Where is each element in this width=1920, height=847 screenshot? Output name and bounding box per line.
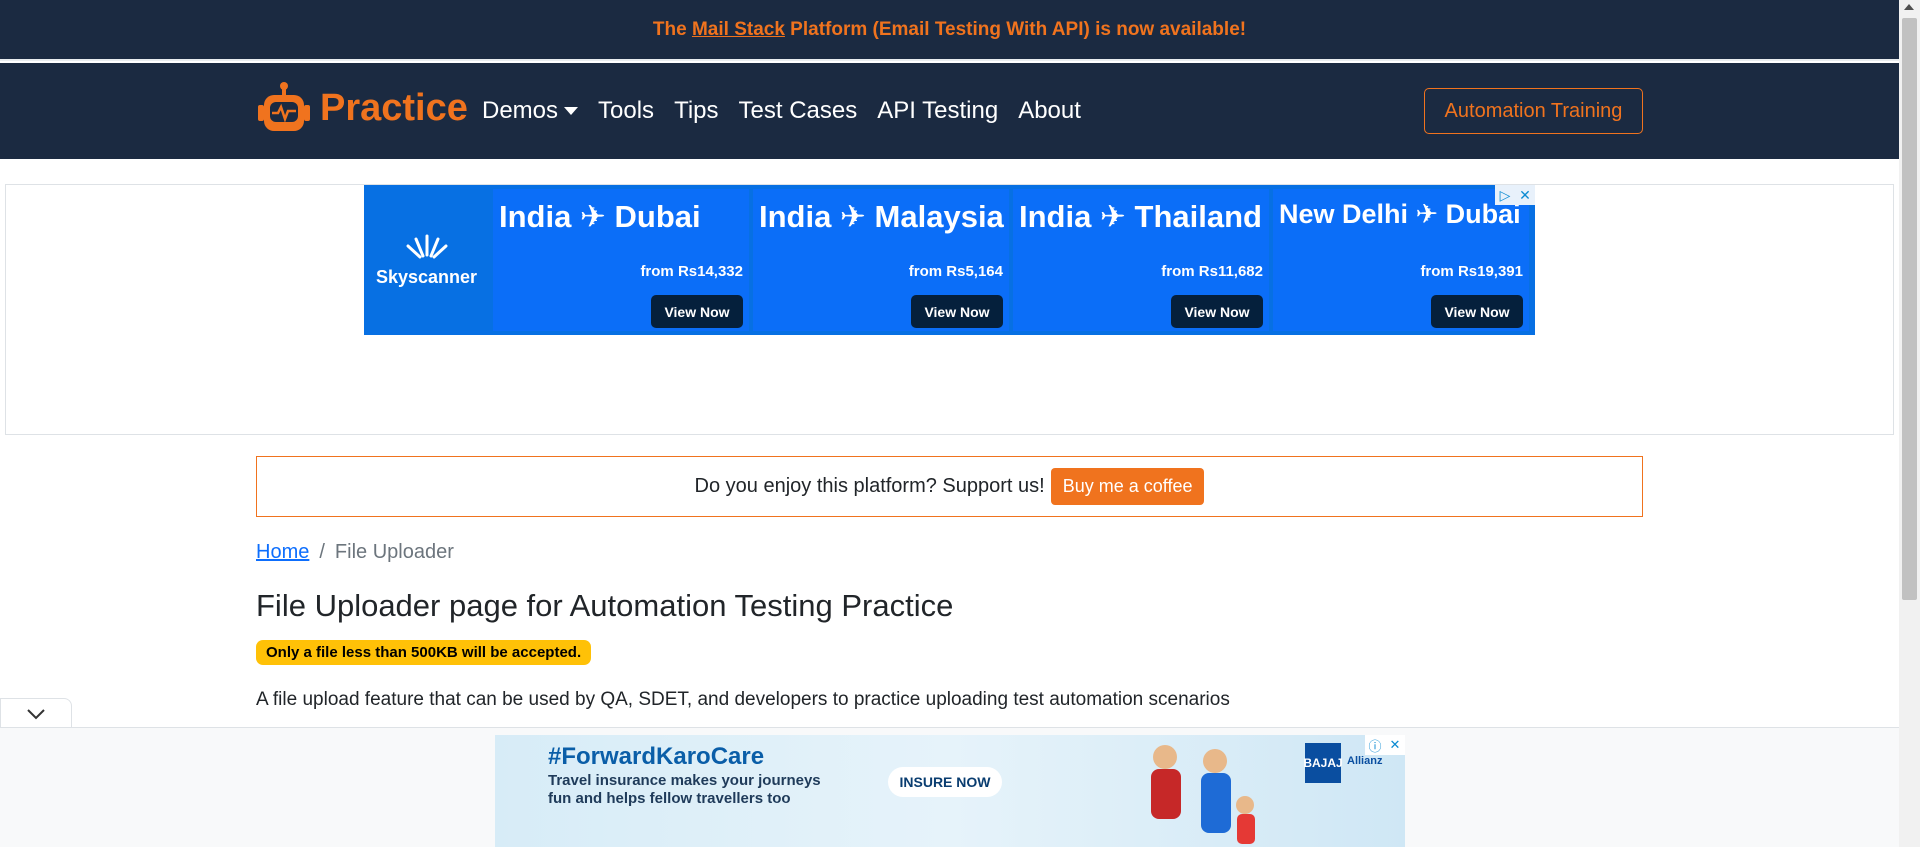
deal-card[interactable]: India ✈ Thailand from Rs11,682 View Now	[1013, 189, 1269, 331]
bajaj-insurance-ad[interactable]: #ForwardKaroCare Travel insurance makes …	[495, 735, 1405, 847]
announcement-text: The Mail Stack Platform (Email Testing W…	[652, 18, 1247, 40]
file-size-badge: Only a file less than 500KB will be acce…	[256, 640, 592, 665]
support-banner: Do you enjoy this platform? Support us! …	[256, 456, 1643, 517]
deal-price: from Rs5,164	[908, 263, 1003, 280]
skyscanner-name: Skyscanner	[375, 266, 478, 287]
sunrise-icon	[405, 233, 449, 267]
view-now-button[interactable]: View Now	[651, 295, 743, 328]
ad-choices: ▷ ✕	[1495, 185, 1535, 205]
ad-info-icon[interactable]: ⓘ	[1365, 735, 1385, 755]
brand-logo[interactable]: Practice	[256, 81, 468, 135]
deal-price: from Rs19,391	[1420, 263, 1523, 280]
mail-stack-link[interactable]: Mail Stack	[692, 19, 785, 40]
breadcrumb-current: File Uploader	[334, 541, 454, 563]
view-now-button[interactable]: View Now	[1171, 295, 1263, 328]
deal-route: India ✈ Malaysia	[759, 199, 1004, 234]
breadcrumb-separator: /	[319, 541, 325, 563]
scrollbar-thumb[interactable]	[1902, 18, 1917, 600]
skyscanner-logo: Skyscanner	[364, 185, 489, 335]
main-navbar: Practice Demos Tools Tips Test Cases API…	[0, 63, 1899, 159]
chevron-down-icon	[27, 708, 45, 719]
deal-route: India ✈ Dubai	[499, 199, 701, 234]
deal-price: from Rs14,332	[640, 263, 743, 280]
breadcrumb-home-link[interactable]: Home	[256, 541, 309, 564]
view-now-button[interactable]: View Now	[1431, 295, 1523, 328]
view-now-button[interactable]: View Now	[911, 295, 1003, 328]
nav-item-about[interactable]: About	[1018, 97, 1081, 125]
allianz-logo: Allianz	[1347, 755, 1383, 767]
automation-training-button[interactable]: Automation Training	[1424, 88, 1643, 134]
ad-close-icon[interactable]: ✕	[1515, 185, 1535, 205]
nav-item-api-testing[interactable]: API Testing	[877, 97, 998, 125]
announcement-bar: The Mail Stack Platform (Email Testing W…	[0, 0, 1899, 61]
ad-close-icon[interactable]: ✕	[1385, 735, 1405, 755]
support-text: Do you enjoy this platform? Support us!	[694, 475, 1045, 497]
nav-item-tools[interactable]: Tools	[598, 97, 654, 125]
deal-card[interactable]: India ✈ Dubai from Rs14,332 View Now	[493, 189, 749, 331]
nav-item-tips[interactable]: Tips	[674, 97, 718, 125]
ad-tagline: Travel insurance makes your journeys fun…	[548, 772, 821, 807]
brand-name: Practice	[320, 86, 468, 129]
deal-route: New Delhi ✈ Dubai	[1279, 199, 1521, 229]
scroll-up-arrow-icon[interactable]	[1904, 4, 1914, 10]
ad-info-icon[interactable]: ▷	[1495, 185, 1515, 205]
travellers-illustration	[1151, 745, 1255, 844]
skyscanner-ad[interactable]: Skyscanner India ✈ Dubai from Rs14,332 V…	[364, 185, 1535, 335]
robot-icon	[258, 82, 310, 131]
page-title: File Uploader page for Automation Testin…	[256, 588, 954, 623]
page-description: A file upload feature that can be used b…	[256, 689, 1230, 710]
collapse-ad-toggle[interactable]	[0, 698, 72, 728]
deal-price: from Rs11,682	[1161, 263, 1263, 280]
deal-card[interactable]: India ✈ Malaysia from Rs5,164 View Now	[753, 189, 1009, 331]
buy-coffee-button[interactable]: Buy me a coffee	[1050, 468, 1205, 505]
ad-hashtag: #ForwardKaroCare	[548, 743, 765, 770]
page-scrollbar[interactable]	[1899, 0, 1920, 847]
caret-down-icon	[564, 107, 579, 115]
deal-card[interactable]: New Delhi ✈ Dubai from Rs19,391 View Now	[1273, 189, 1529, 331]
deal-route: India ✈ Thailand	[1019, 199, 1262, 234]
insure-now-button[interactable]: INSURE NOW	[888, 767, 1002, 797]
ad-controls: ⓘ ✕	[1365, 735, 1405, 755]
nav-links: Demos Tools Tips Test Cases API Testing …	[482, 63, 1081, 159]
nav-item-test-cases[interactable]: Test Cases	[739, 97, 858, 125]
nav-item-demos[interactable]: Demos	[482, 97, 579, 125]
breadcrumb: Home / File Uploader	[256, 541, 454, 564]
bajaj-logo: BAJAJ	[1303, 743, 1343, 783]
